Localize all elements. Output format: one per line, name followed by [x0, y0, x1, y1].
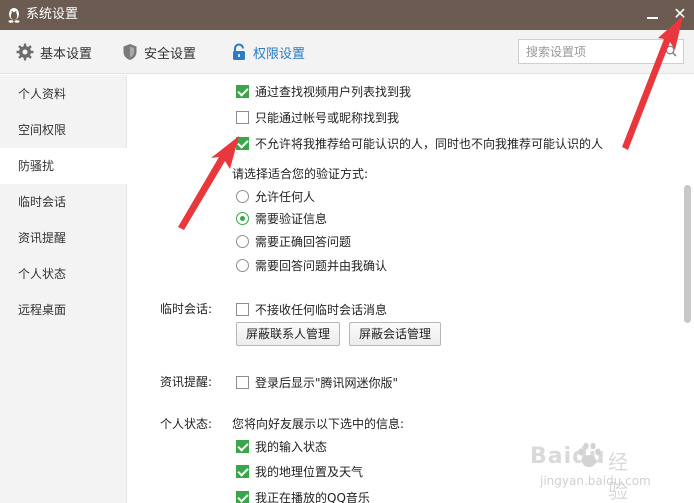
option-label: 我的地理位置及天气	[255, 464, 364, 479]
option-typing-status[interactable]: 我的输入状态	[236, 437, 327, 455]
sidebar-item-profile[interactable]: 个人资料	[0, 76, 127, 112]
watermark-url: jingyan.baidu.com	[540, 474, 651, 488]
option-qq-music[interactable]: 我正在播放的QQ音乐	[236, 488, 370, 503]
option-no-recommendation[interactable]: 不允许将我推荐给可能认识的人，同时也不向我推荐可能认识的人	[236, 134, 603, 152]
option-find-by-video-list[interactable]: 通过查找视频用户列表找到我	[236, 82, 411, 100]
close-button[interactable]: ✕	[672, 5, 688, 23]
penguin-logo-icon	[8, 8, 20, 23]
watermark-brand: Baidu	[530, 444, 606, 469]
radio-label: 需要验证信息	[255, 211, 328, 226]
checkbox[interactable]	[236, 110, 249, 124]
tab-label: 安全设置	[144, 46, 197, 62]
personal-status-label: 个人状态:	[160, 417, 213, 431]
news-alert-label: 资讯提醒:	[160, 375, 213, 389]
temp-session-label: 临时会话:	[160, 302, 213, 316]
radio-answer-question[interactable]: 需要正确回答问题	[236, 232, 351, 250]
search-input[interactable]	[519, 40, 659, 63]
radio-label: 允许任何人	[255, 189, 316, 204]
verify-method-title: 请选择适合您的验证方式:	[232, 167, 369, 181]
checkbox[interactable]	[236, 302, 249, 316]
option-show-mini-news[interactable]: 登录后显示"腾讯网迷你版"	[236, 373, 398, 391]
sidebar-item-space-permission[interactable]: 空间权限	[0, 112, 127, 148]
sidebar-item-temp-session[interactable]: 临时会话	[0, 184, 127, 220]
sidebar-item-remote-desktop[interactable]: 远程桌面	[0, 292, 127, 328]
settings-content: 通过查找视频用户列表找到我 只能通过帐号或昵称找到我 不允许将我推荐给可能认识的…	[128, 75, 678, 503]
option-block-temp-sessions[interactable]: 不接收任何临时会话消息	[236, 300, 387, 318]
option-label: 我的输入状态	[255, 439, 328, 454]
window-title: 系统设置	[26, 7, 79, 22]
minimize-button[interactable]	[646, 7, 660, 23]
option-label: 不接收任何临时会话消息	[255, 302, 388, 317]
top-toolbar: 基本设置 安全设置 权限设置	[0, 30, 694, 74]
sidebar-item-personal-status[interactable]: 个人状态	[0, 256, 127, 292]
tab-label: 权限设置	[253, 46, 306, 62]
search-box[interactable]	[518, 39, 684, 64]
checkbox[interactable]	[236, 136, 249, 150]
blocked-sessions-button[interactable]: 屏蔽会话管理	[349, 322, 442, 346]
title-bar: 系统设置 ✕	[0, 0, 694, 30]
radio-require-verification[interactable]: 需要验证信息	[236, 209, 327, 227]
sidebar: 个人资料 空间权限 防骚扰 临时会话 资讯提醒 个人状态 远程桌面	[0, 75, 128, 503]
search-icon[interactable]	[665, 45, 677, 57]
sidebar-item-anti-harassment[interactable]: 防骚扰	[0, 148, 128, 184]
radio-button[interactable]	[236, 189, 249, 203]
radio-allow-anyone[interactable]: 允许任何人	[236, 187, 315, 205]
option-find-by-account-only[interactable]: 只能通过帐号或昵称找到我	[236, 108, 399, 126]
option-label: 不允许将我推荐给可能认识的人，同时也不向我推荐可能认识的人	[255, 136, 604, 151]
sidebar-item-news-alert[interactable]: 资讯提醒	[0, 220, 127, 256]
tab-security-settings[interactable]: 安全设置	[122, 30, 196, 74]
status-intro-text: 您将向好友展示以下选中的信息:	[232, 417, 405, 431]
radio-label: 需要正确回答问题	[255, 234, 352, 249]
checkbox[interactable]	[236, 84, 249, 98]
blocked-contacts-button[interactable]: 屏蔽联系人管理	[236, 322, 341, 346]
checkbox[interactable]	[236, 439, 249, 453]
radio-button[interactable]	[236, 258, 249, 272]
radio-button[interactable]	[236, 234, 249, 248]
checkbox[interactable]	[236, 464, 249, 478]
option-label: 只能通过帐号或昵称找到我	[255, 110, 400, 125]
shield-icon	[123, 44, 137, 60]
vertical-scrollbar[interactable]	[684, 185, 691, 323]
radio-label: 需要回答问题并由我确认	[255, 258, 388, 273]
tab-permission-settings[interactable]: 权限设置	[231, 30, 305, 74]
option-label: 登录后显示"腾讯网迷你版"	[255, 375, 399, 390]
option-location-weather[interactable]: 我的地理位置及天气	[236, 462, 363, 480]
checkbox[interactable]	[236, 490, 249, 503]
tab-label: 基本设置	[40, 46, 93, 62]
tab-basic-settings[interactable]: 基本设置	[16, 30, 92, 74]
checkbox[interactable]	[236, 375, 249, 389]
option-label: 通过查找视频用户列表找到我	[255, 84, 412, 99]
radio-answer-and-confirm[interactable]: 需要回答问题并由我确认	[236, 256, 387, 274]
gear-icon	[16, 43, 34, 61]
lock-icon	[233, 43, 245, 60]
option-label: 我正在播放的QQ音乐	[255, 490, 370, 503]
radio-button[interactable]	[236, 211, 249, 225]
